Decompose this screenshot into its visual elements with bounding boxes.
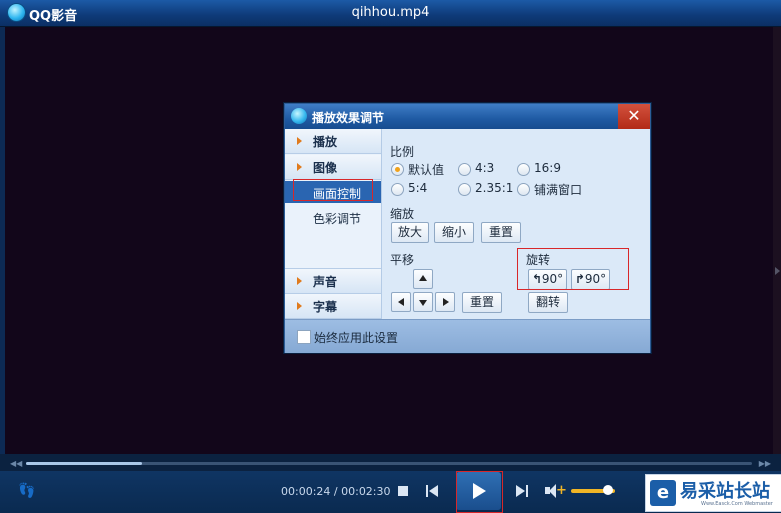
always-apply-label: 始终应用此设置 (314, 331, 399, 345)
title-bar: QQ影音 qihhou.mp4 (0, 0, 781, 27)
watermark-url: Www.Easck.Com Webmaster (701, 501, 773, 507)
previous-icon (426, 485, 428, 497)
picture-control-panel: 比例 默认值 4:3 16:9 5:4 2.35:1 铺满窗口 缩放 放大 缩小… (382, 129, 650, 319)
ratio-option-label: 默认值 (408, 163, 445, 177)
dialog-footer: 始终应用此设置 (285, 319, 650, 353)
close-button[interactable]: ✕ (618, 104, 650, 129)
arrow-left-icon (398, 298, 404, 306)
sidebar-item-play[interactable]: 播放 (285, 129, 381, 154)
sidebar-item-label: 声音 (313, 275, 338, 289)
sidebar-item-label: 色彩调节 (313, 212, 362, 226)
next-icon-bar (526, 485, 528, 497)
watermark-name: 易采站长站 (680, 481, 770, 502)
ratio-radio-5-4[interactable] (391, 183, 404, 196)
flip-button[interactable]: 翻转 (528, 292, 568, 313)
dialog-logo-icon (291, 108, 307, 124)
sidebar-item-label: 图像 (313, 161, 338, 175)
pan-reset-button[interactable]: 重置 (462, 292, 502, 313)
time-current: 00:00:24 (281, 485, 331, 498)
pan-up-button[interactable] (413, 269, 433, 289)
pan-down-button[interactable] (413, 292, 433, 312)
expand-triangle-icon (297, 137, 302, 145)
ratio-option-label: 铺满窗口 (534, 183, 583, 197)
pan-label: 平移 (390, 253, 415, 267)
arrow-down-icon (419, 300, 427, 306)
stop-button[interactable] (398, 486, 408, 496)
arrow-right-icon (443, 298, 449, 306)
sidebar-item-subtitle[interactable]: 字幕 (285, 294, 381, 319)
plus-icon: + (556, 483, 567, 498)
progress-fill (26, 462, 143, 465)
ratio-radio-default[interactable] (391, 163, 404, 176)
speaker-cone (549, 484, 556, 498)
seek-back-icon[interactable]: ◀◀ (10, 459, 22, 468)
ratio-radio-2-35-1[interactable] (458, 183, 471, 196)
time-separator: / (330, 485, 342, 498)
volume-icon[interactable]: + (545, 483, 567, 499)
watermark: e 易采站长站 Www.Easck.Com Webmaster (645, 474, 781, 512)
footprint-icon[interactable]: 👣 (18, 483, 35, 499)
dialog-title: 播放效果调节 (312, 111, 385, 125)
dialog-title-bar[interactable]: 播放效果调节 ✕ (285, 104, 650, 129)
dialog-sidebar: 播放 图像 画面控制 色彩调节 声音 字幕 (285, 129, 382, 319)
ratio-option-label: 2.35:1 (475, 181, 514, 195)
ratio-radio-4-3[interactable] (458, 163, 471, 176)
zoom-reset-button[interactable]: 重置 (481, 222, 521, 243)
expand-triangle-icon (297, 163, 302, 171)
zoom-label: 缩放 (390, 207, 415, 221)
highlight-box-play (456, 471, 503, 513)
expand-triangle-icon (297, 302, 302, 310)
file-title: qihhou.mp4 (351, 5, 430, 20)
previous-icon-triangle (429, 485, 438, 497)
progress-track[interactable] (26, 462, 752, 465)
time-total: 00:02:30 (341, 485, 391, 498)
ratio-label: 比例 (390, 145, 415, 159)
highlight-box-rotate (517, 248, 629, 290)
sidebar-item-image[interactable]: 图像 (285, 155, 381, 180)
ratio-radio-fill-window[interactable] (517, 183, 530, 196)
ratio-option-label: 16:9 (534, 161, 561, 175)
pan-left-button[interactable] (391, 292, 411, 312)
zoom-in-button[interactable]: 放大 (391, 222, 429, 243)
volume-knob[interactable] (603, 485, 614, 495)
control-bar: 👣 00:00:24 / 00:02:30 + e 易采站长站 Www.Easc… (0, 471, 781, 513)
ratio-option-label: 5:4 (408, 181, 428, 195)
seek-forward-icon[interactable]: ▶▶ (759, 459, 771, 468)
expand-triangle-icon (297, 277, 302, 285)
time-display: 00:00:24 / 00:02:30 (281, 485, 391, 498)
ratio-option-label: 4:3 (475, 161, 495, 175)
always-apply-checkbox[interactable] (297, 330, 311, 344)
sidebar-item-sound[interactable]: 声音 (285, 268, 381, 294)
arrow-up-icon (419, 275, 427, 281)
next-button[interactable] (516, 484, 530, 498)
sidebar-item-color-adjust[interactable]: 色彩调节 (285, 206, 381, 228)
expand-arrow-icon[interactable] (775, 267, 780, 275)
sidebar-item-label: 播放 (313, 135, 338, 149)
right-panel-handle[interactable] (773, 27, 781, 454)
watermark-logo-icon: e (650, 480, 676, 506)
playback-effect-dialog: 播放效果调节 ✕ 播放 图像 画面控制 色彩调节 声音 字幕 比例 默认值 4:… (284, 103, 651, 353)
zoom-out-button[interactable]: 缩小 (434, 222, 474, 243)
pan-right-button[interactable] (435, 292, 455, 312)
sidebar-item-label: 字幕 (313, 300, 338, 314)
highlight-box-picture-control (293, 179, 373, 201)
next-icon (516, 485, 525, 497)
ratio-radio-16-9[interactable] (517, 163, 530, 176)
seek-bar: ◀◀ ▶▶ (0, 454, 781, 471)
previous-button[interactable] (426, 484, 440, 498)
